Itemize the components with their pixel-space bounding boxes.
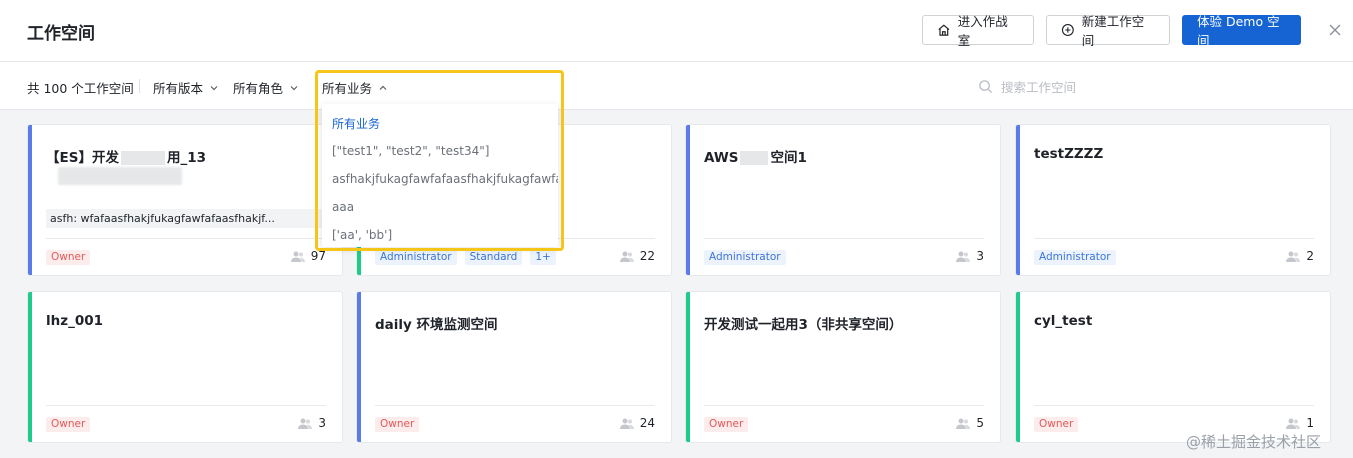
- card-title: lhz_001: [46, 313, 104, 329]
- member-count: 3: [956, 249, 984, 263]
- card-accent-bar: [1016, 292, 1020, 442]
- users-icon: [956, 251, 971, 262]
- workspace-card[interactable]: testZZZZ Administrator 2: [1016, 125, 1330, 275]
- card-divider: [46, 405, 326, 406]
- users-icon: [298, 418, 313, 429]
- version-filter[interactable]: 所有版本: [153, 78, 219, 97]
- workspace-total: 共 100 个工作空间: [27, 81, 134, 96]
- card-accent-bar: [686, 292, 690, 442]
- workspace-card[interactable]: AWS 空间1 Administrator 3: [686, 125, 1000, 275]
- workspace-card[interactable]: daily 环境监测空间 Owner 24: [357, 292, 671, 442]
- workspace-card[interactable]: lhz_001 Owner 3: [28, 292, 342, 442]
- card-title: 【ES】开发 用_13: [46, 150, 206, 166]
- dropdown-option[interactable]: ["test1", "test2", "test34"]: [322, 137, 558, 165]
- role-tag: Owner: [375, 417, 420, 432]
- business-filter-label: 所有业务: [322, 81, 373, 96]
- member-count: 97: [290, 249, 326, 263]
- new-workspace-label: 新建工作空间: [1081, 14, 1145, 48]
- member-count: 3: [298, 416, 326, 430]
- card-divider: [704, 238, 984, 239]
- card-divider: [1034, 238, 1314, 239]
- card-accent-bar: [28, 292, 32, 442]
- card-divider: [46, 238, 326, 239]
- chevron-up-icon: [379, 85, 387, 90]
- card-divider: [704, 405, 984, 406]
- home-icon: [938, 24, 950, 36]
- role-tag: Administrator: [1034, 250, 1116, 265]
- member-count: 24: [619, 416, 655, 430]
- card-divider: [375, 405, 655, 406]
- member-count: 2: [1286, 249, 1314, 263]
- search-placeholder: 搜索工作空间: [1001, 80, 1077, 95]
- page-header: 工作空间 进入作战室 新建工作空间 体验 Demo 空间: [0, 0, 1353, 62]
- search-icon: [979, 80, 993, 94]
- card-accent-bar: [1016, 125, 1020, 275]
- workspace-card[interactable]: cyl_test Owner 1: [1016, 292, 1330, 442]
- dropdown-option[interactable]: aaa: [322, 193, 558, 221]
- card-title: testZZZZ: [1034, 146, 1104, 162]
- workspace-search[interactable]: 搜索工作空间: [978, 77, 1076, 96]
- workspace-card[interactable]: 开发测试一起用3（非共享空间） Owner 5: [686, 292, 1000, 442]
- card-accent-bar: [28, 125, 32, 275]
- card-divider: [1034, 405, 1314, 406]
- dropdown-option[interactable]: asfhakjfukagfawfafaasfhakjfukagfawfa...: [322, 165, 558, 193]
- card-description: asfh: wfafaasfhakjfukagfawfafaasfhakjf..…: [46, 209, 326, 228]
- users-icon: [619, 251, 634, 262]
- more-tags-badge: 1+: [530, 250, 556, 265]
- card-title: AWS 空间1: [704, 150, 807, 166]
- workspace-card[interactable]: 【ES】开发 用_13 asfh: wfafaasfhakjfukagfawfaf…: [28, 125, 342, 275]
- card-title: 开发测试一起用3（非共享空间）: [704, 317, 903, 333]
- dropdown-option[interactable]: 所有业务: [322, 109, 558, 137]
- enter-warroom-button[interactable]: 进入作战室: [922, 14, 1034, 48]
- redacted-text: [58, 167, 182, 185]
- enter-warroom-label: 进入作战室: [957, 14, 1008, 48]
- card-title: daily 环境监测空间: [375, 317, 498, 333]
- chevron-down-icon: [290, 85, 298, 90]
- demo-space-button[interactable]: 体验 Demo 空间: [1182, 14, 1301, 48]
- users-icon: [956, 418, 971, 429]
- users-icon: [290, 251, 305, 262]
- business-dropdown-menu: 所有业务 ["test1", "test2", "test34"] asfhak…: [322, 104, 558, 247]
- role-tag: Owner: [704, 417, 749, 432]
- member-count: 22: [619, 249, 655, 263]
- business-filter[interactable]: 所有业务: [322, 78, 388, 97]
- users-icon: [1286, 418, 1301, 429]
- member-count: 5: [956, 416, 984, 430]
- plus-circle-icon: [1061, 24, 1074, 36]
- card-title: cyl_test: [1034, 313, 1093, 329]
- role-tag: Owner: [1034, 417, 1079, 432]
- role-filter[interactable]: 所有角色: [233, 78, 299, 97]
- role-tag: Owner: [46, 250, 91, 265]
- role-filter-label: 所有角色: [233, 81, 284, 96]
- watermark: @稀土掘金技术社区: [1186, 433, 1322, 451]
- close-icon[interactable]: [1327, 22, 1343, 38]
- role-tag: Standard: [464, 250, 523, 265]
- member-count: 1: [1286, 416, 1314, 430]
- role-tag: Administrator: [375, 250, 457, 265]
- demo-space-label: 体验 Demo 空间: [1197, 14, 1280, 48]
- filter-bar: 共 100 个工作空间 所有版本 所有角色 所有业务 搜索工作空间: [0, 62, 1353, 110]
- new-workspace-button[interactable]: 新建工作空间: [1046, 14, 1170, 48]
- card-accent-bar: [357, 292, 361, 442]
- chevron-down-icon: [210, 85, 218, 90]
- dropdown-option[interactable]: ['aa', 'bb']: [322, 221, 558, 249]
- role-tag: Owner: [46, 417, 91, 432]
- card-accent-bar: [686, 125, 690, 275]
- version-filter-label: 所有版本: [153, 81, 204, 96]
- role-tag: Administrator: [704, 250, 786, 265]
- users-icon: [1286, 251, 1301, 262]
- filter-divider: [139, 79, 140, 93]
- users-icon: [619, 418, 634, 429]
- page-title: 工作空间: [27, 24, 95, 44]
